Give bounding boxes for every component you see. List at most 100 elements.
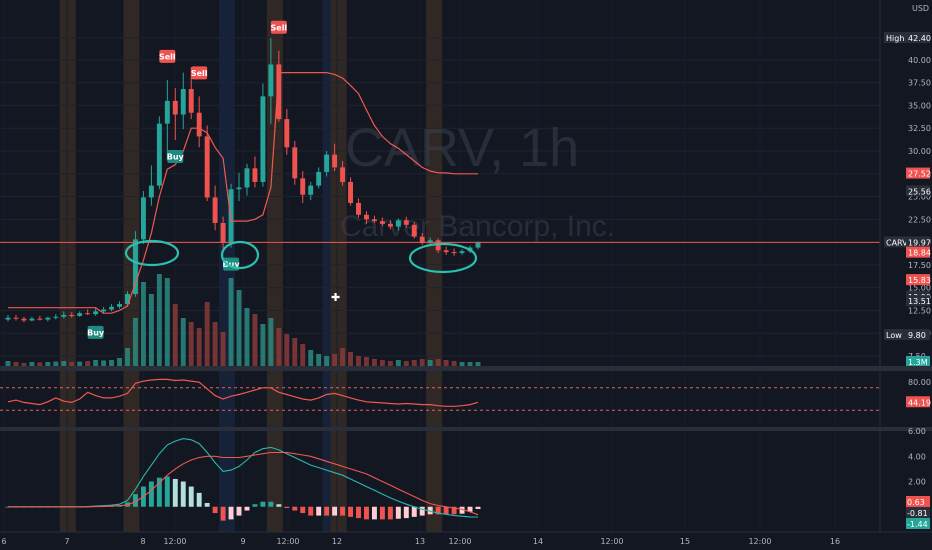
volume-bar (5, 361, 11, 366)
price-axis-label: 37.50 (908, 79, 931, 88)
candle-body (356, 202, 361, 215)
volume-bar (284, 334, 290, 366)
price-tag: 1.3M (906, 356, 930, 367)
macd-histogram-bar (244, 506, 250, 511)
price-axis-label: 12.50 (908, 306, 931, 315)
candle-body (196, 112, 202, 137)
volume-bar (348, 352, 354, 366)
watermark-subtitle: Carver Bancorp, Inc. (340, 210, 615, 243)
macd-histogram-bar (180, 481, 186, 507)
price-tag: 18.84 (906, 246, 931, 258)
candle-body (85, 313, 91, 315)
rsi-axis-label: 80.00 (908, 378, 931, 387)
macd-histogram-bar (156, 477, 162, 507)
macd-tag-value: 0.63 (907, 498, 925, 507)
macd-histogram-bar (364, 506, 369, 520)
volume-bar (244, 308, 250, 366)
buy-signal: Buy (87, 325, 105, 339)
candle-body (348, 181, 354, 203)
volume-bar (61, 361, 67, 366)
candle-body (451, 252, 457, 254)
volume-bar (172, 304, 178, 366)
candle-body (403, 220, 409, 225)
session-band-0 (59, 0, 76, 532)
volume-bar (411, 360, 417, 366)
watermark-title: CARV, 1h (345, 118, 579, 178)
volume-bar (29, 362, 35, 366)
volume-bar (300, 344, 306, 366)
price-tag-value: 13.51 (908, 297, 931, 306)
macd-histogram-bar (300, 506, 306, 514)
macd-axis-label: 4.00 (908, 452, 926, 461)
candle-body (53, 316, 59, 318)
volume-bar (228, 278, 234, 366)
time-axis-label: 15 (680, 537, 690, 546)
volume-bar (188, 322, 194, 366)
candle-body (379, 221, 385, 224)
volume-bar (387, 361, 393, 366)
volume-bar (356, 356, 361, 366)
macd-histogram-bar (475, 506, 481, 510)
macd-axis-label: 2.00 (908, 478, 926, 487)
price-tag-value: 15.83 (908, 276, 931, 285)
volume-bar (475, 362, 481, 366)
candle-body (260, 96, 266, 182)
volume-bar (403, 361, 409, 366)
sell-signal: Sell (271, 20, 288, 34)
macd-histogram-bar (220, 506, 226, 521)
candle-body (132, 239, 138, 295)
price-tag: 27.52 (906, 167, 931, 179)
macd-histogram-bar (212, 506, 218, 514)
price-axis-separator (880, 366, 932, 371)
candle-body (395, 220, 401, 227)
sell-signal: Sell (159, 49, 176, 63)
macd-histogram-bar (164, 476, 170, 507)
buy-signal: Buy (167, 150, 185, 164)
candle-body (164, 100, 170, 124)
signal-label: Sell (271, 23, 288, 32)
price-axis-label: 32.50 (908, 124, 931, 133)
candle-body (21, 318, 27, 321)
volume-bar (459, 362, 465, 366)
candle-body (475, 242, 481, 248)
macd-histogram-bar (148, 481, 154, 507)
volume-bar (148, 294, 154, 366)
candle-body (140, 197, 146, 240)
volume-bar (451, 361, 457, 366)
candle-body (268, 64, 274, 97)
candle-body (29, 318, 35, 321)
time-axis[interactable]: 6 7 8 12:00 9 12:00 12 13 12:00 14 12:00 15 12:00 16 (0, 531, 932, 550)
time-axis-label: 16 (830, 537, 840, 546)
candle-body (284, 119, 290, 148)
price-tag: High 42.40 (884, 32, 931, 43)
price-axis-label: 35.00 (908, 101, 931, 110)
price-axis-label: 17.50 (908, 261, 931, 270)
signal-label: Sell (159, 52, 176, 61)
macd-histogram-bar (204, 502, 210, 507)
candle-body (252, 168, 258, 182)
macd-histogram-bar (284, 506, 290, 509)
volume-bar (395, 360, 401, 366)
candle-body (371, 219, 377, 222)
candle-body (93, 311, 99, 315)
volume-bar (324, 356, 330, 366)
candle (228, 183, 234, 248)
candle (292, 140, 298, 185)
candle-body (148, 185, 154, 198)
price-axis[interactable]: 40.0037.5035.0032.5030.0027.5025.0022.50… (879, 0, 932, 532)
candle-body (109, 306, 115, 310)
pane-separator (0, 427, 932, 431)
macd-histogram-bar (252, 504, 258, 507)
candle-body (13, 317, 19, 319)
macd-histogram-bar (379, 506, 385, 520)
candle-body (332, 154, 338, 168)
macd-tag-value: -1.44 (907, 520, 928, 529)
time-axis-label: 12:00 (276, 537, 299, 546)
price-tag-name: High (886, 34, 904, 43)
chart[interactable]: CARV, 1h Carver Bancorp, Inc. Sell Sell Se… (0, 0, 932, 550)
time-axis-label: 7 (64, 537, 69, 546)
macd-histogram-bar (308, 506, 314, 516)
candle-body (300, 178, 306, 195)
time-axis-label: 12:00 (448, 537, 471, 546)
candle (140, 191, 146, 244)
